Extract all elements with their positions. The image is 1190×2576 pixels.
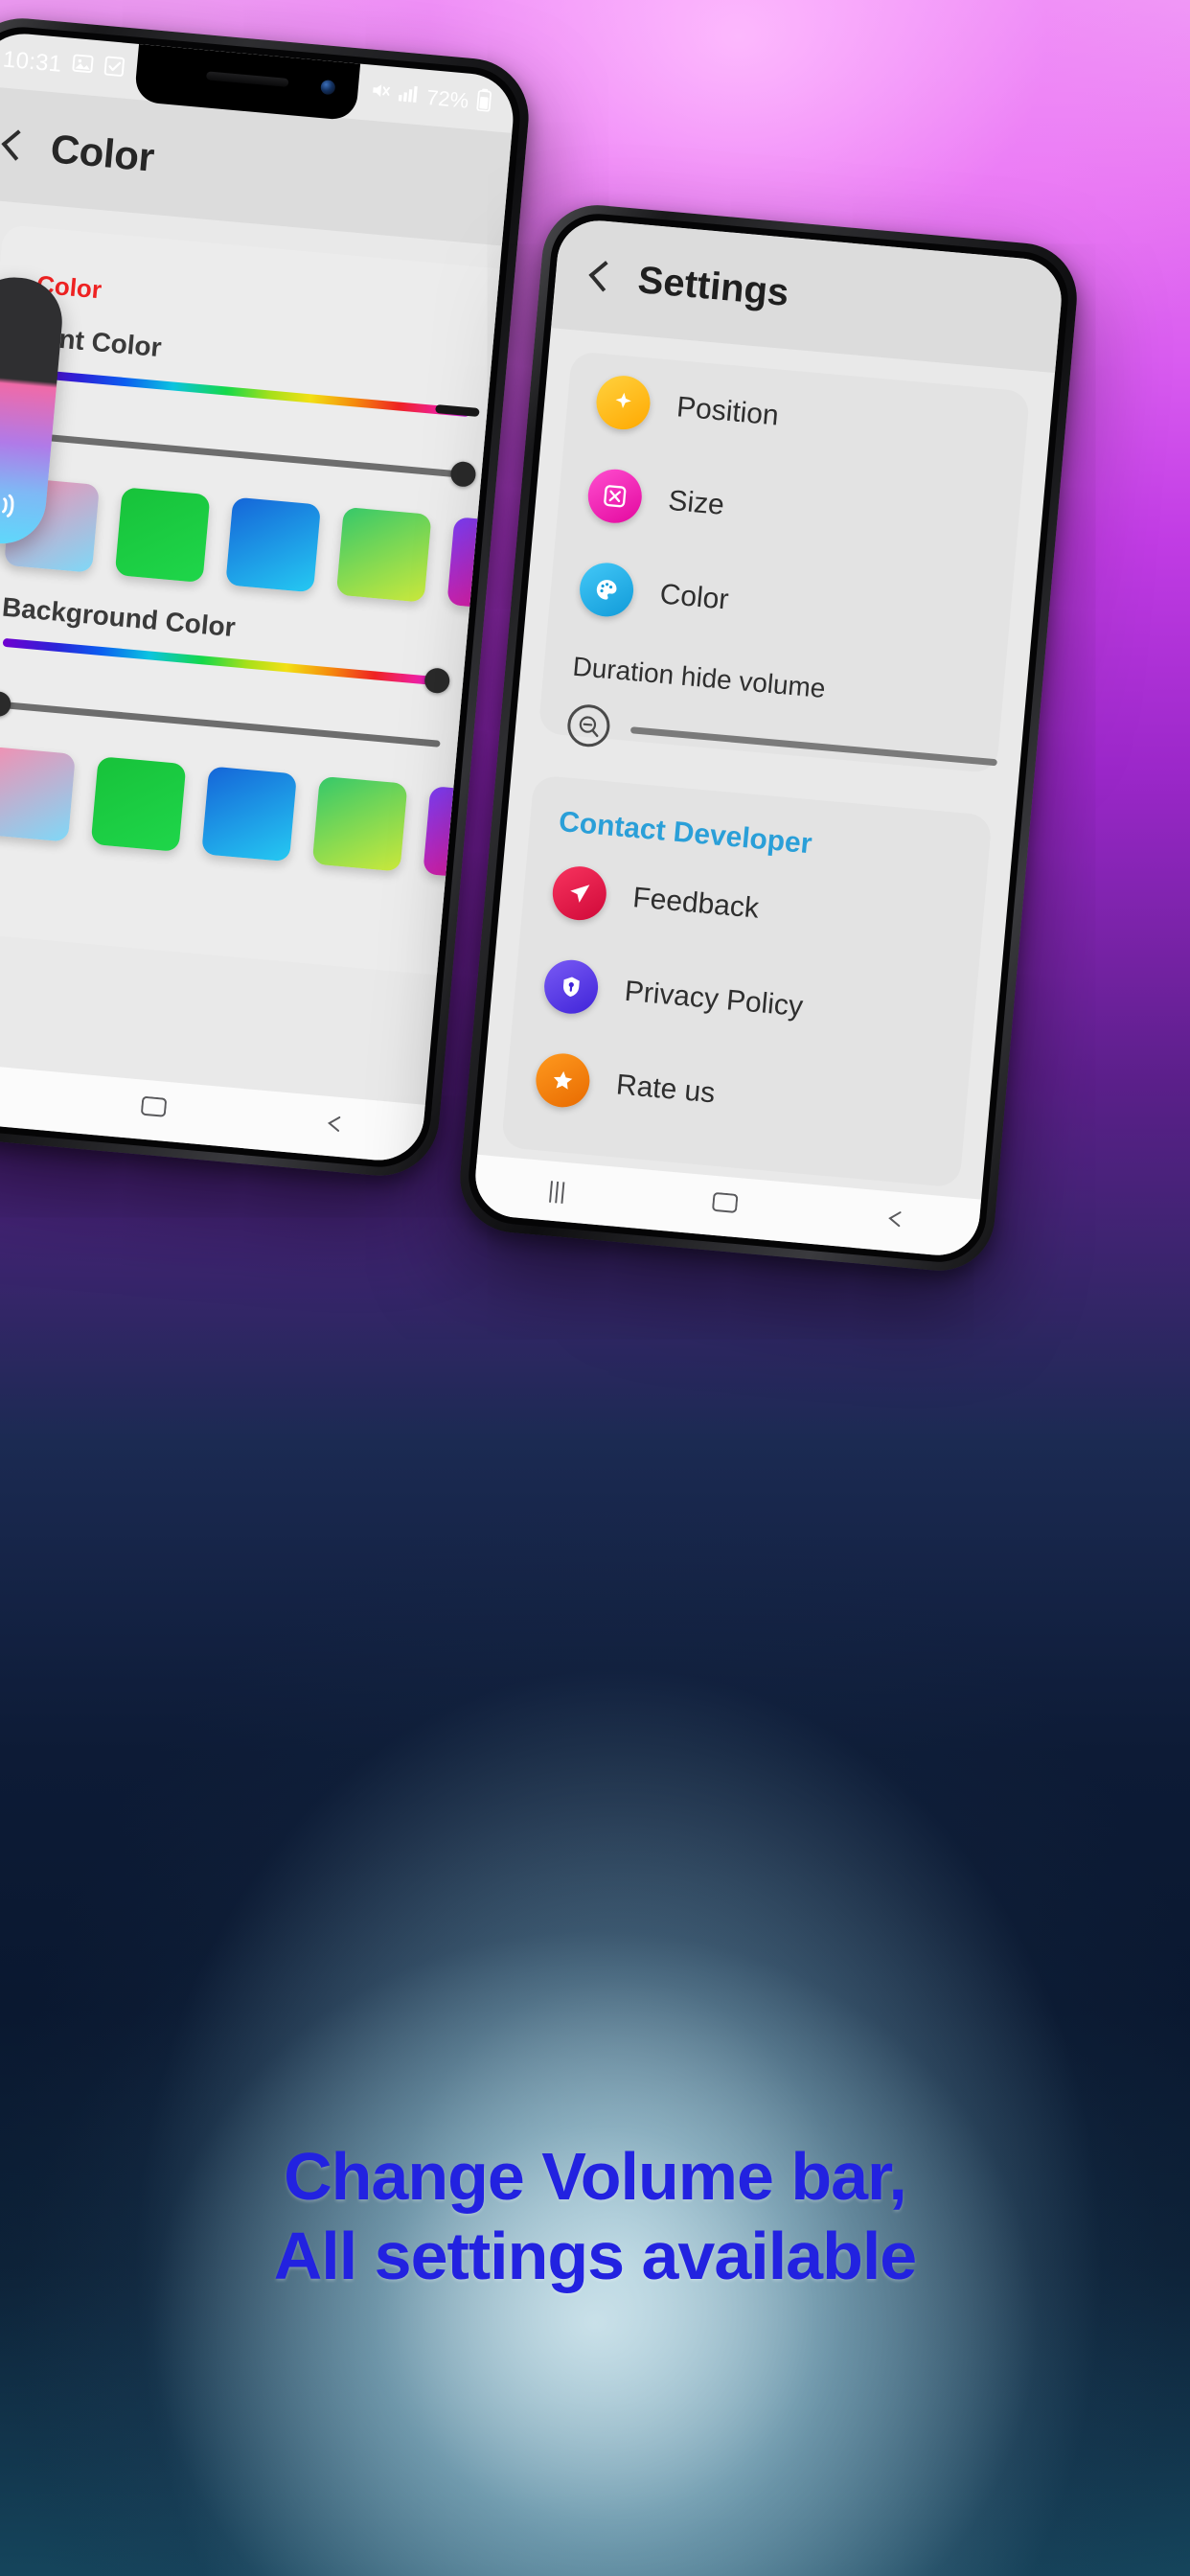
signal-icon <box>397 82 420 109</box>
hue-track <box>26 368 470 418</box>
front-camera <box>320 80 336 96</box>
swatch-green-yellow[interactable] <box>311 775 408 872</box>
color-palette-icon <box>577 560 636 619</box>
promo-caption: Change Volume bar, All settings availabl… <box>0 2137 1190 2295</box>
hue-track <box>2 637 446 687</box>
image-icon <box>70 52 95 82</box>
right-phone-bezel: Settings Position Size Color Duration hi… <box>465 210 1072 1266</box>
settings-item-label: Position <box>675 391 781 432</box>
background-color-hue-slider[interactable] <box>2 637 451 695</box>
back-icon[interactable] <box>883 1207 906 1236</box>
left-phone-screen: 10:31 72% Color Color Font Color Backgro… <box>0 30 517 1164</box>
page-title: Color <box>48 126 156 180</box>
home-icon[interactable] <box>140 1095 168 1125</box>
background-color-label: Background Color <box>0 591 237 643</box>
swatch-pink-blue[interactable] <box>0 746 76 842</box>
status-bar-left: 10:31 <box>0 43 126 84</box>
font-color-alpha-slider[interactable] <box>20 431 477 488</box>
back-chevron-icon[interactable] <box>0 129 27 161</box>
shield-icon <box>541 957 601 1017</box>
right-phone-screen: Settings Position Size Color Duration hi… <box>471 217 1065 1259</box>
battery-icon <box>475 88 493 118</box>
settings-page-title: Settings <box>636 258 791 314</box>
duration-slider-track <box>629 725 998 766</box>
left-phone-bezel: 10:31 72% Color Color Font Color Backgro… <box>0 22 525 1172</box>
status-bar-battery-percent: 72% <box>425 84 470 113</box>
settings-item-label: Color <box>658 578 730 616</box>
size-icon <box>585 467 645 526</box>
position-icon <box>594 373 652 432</box>
swatch-blue[interactable] <box>225 496 322 593</box>
status-bar-time: 10:31 <box>1 46 63 78</box>
back-icon[interactable] <box>322 1112 345 1141</box>
contact-item-label: Rate us <box>614 1069 717 1110</box>
hue-slider-knob[interactable] <box>435 403 480 418</box>
font-color-hue-slider[interactable] <box>26 368 480 418</box>
swatch-green-yellow[interactable] <box>335 506 432 603</box>
contact-item-label: Privacy Policy <box>623 975 805 1024</box>
color-settings-card: Color Font Color Background Color <box>0 224 517 978</box>
timer-icon <box>565 702 612 749</box>
feedback-icon <box>550 863 609 923</box>
star-icon <box>534 1050 592 1110</box>
settings-options-card: Position Size Color Duration hide volume <box>538 351 1031 774</box>
right-phone-mockup: Settings Position Size Color Duration hi… <box>455 200 1082 1276</box>
speaker-icon <box>0 486 22 524</box>
background-color-alpha-slider[interactable] <box>0 690 441 748</box>
promo-caption-line-1: Change Volume bar, <box>284 2139 907 2214</box>
status-bar-right: 72% <box>368 79 515 120</box>
check-box-icon <box>102 55 126 85</box>
hue-slider-knob[interactable] <box>423 667 451 695</box>
settings-item-label: Size <box>667 484 726 521</box>
contact-developer-card: Contact Developer Feedback Privacy Polic… <box>500 774 993 1188</box>
recents-icon[interactable]: ||| <box>547 1177 567 1206</box>
contact-item-label: Feedback <box>631 882 761 925</box>
alpha-slider-knob[interactable] <box>0 690 12 718</box>
promo-caption-line-2: All settings available <box>273 2218 917 2293</box>
background-bottom-glow <box>0 1522 1190 2576</box>
home-icon[interactable] <box>711 1191 739 1221</box>
silent-icon <box>368 80 391 108</box>
swatch-green[interactable] <box>114 487 211 584</box>
earpiece-speaker <box>205 71 289 87</box>
font-color-swatch-row <box>4 476 517 612</box>
background-color-swatch-row <box>0 746 517 882</box>
alpha-track <box>20 431 465 478</box>
back-chevron-icon[interactable] <box>584 261 615 292</box>
swatch-green[interactable] <box>90 756 187 852</box>
alpha-track <box>0 701 441 748</box>
settings-app-bar: Settings <box>551 217 1065 374</box>
swatch-blue[interactable] <box>201 766 297 862</box>
alpha-slider-knob[interactable] <box>449 460 477 488</box>
